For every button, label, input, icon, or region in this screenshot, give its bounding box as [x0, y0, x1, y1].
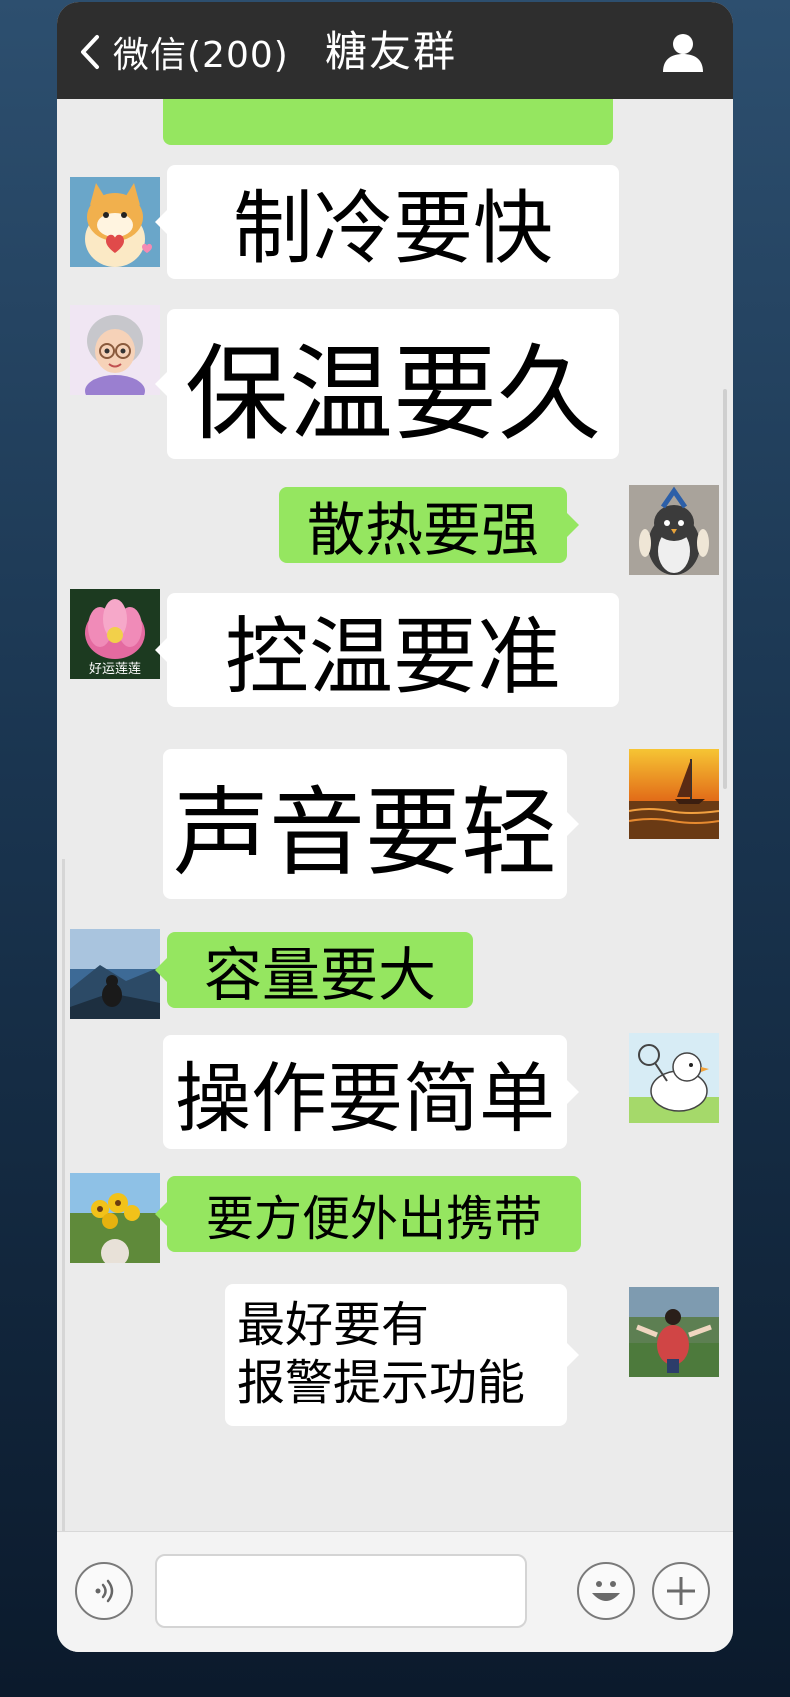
mountain-person-avatar[interactable] [70, 929, 160, 1019]
scroll-track [62, 859, 65, 1531]
chat-title: 糖友群 [325, 27, 458, 76]
message-bubble-partial[interactable] [163, 99, 613, 145]
message-text: 制冷要快 [233, 182, 553, 275]
message-text: 保温要久 [184, 332, 601, 455]
plus-icon [667, 1577, 695, 1605]
message-bubble-multiline[interactable]: 最好要有 报警提示功能 [225, 1284, 579, 1426]
message-text: 声音要轻 [173, 776, 557, 889]
input-toolbar [57, 1531, 733, 1652]
sunflower-avatar[interactable] [70, 1173, 160, 1263]
message-input[interactable] [155, 1554, 527, 1628]
message-bubble[interactable]: 控温要准 [155, 593, 619, 707]
avatar-caption: 好运莲莲 [89, 662, 141, 677]
voice-button[interactable] [75, 1562, 133, 1620]
message-text: 要方便外出携带 [205, 1191, 542, 1247]
lotus-avatar[interactable]: 好运莲莲 [70, 589, 160, 679]
chat-header: 微信(200) 糖友群 [57, 2, 733, 99]
emoji-icon [592, 1581, 620, 1601]
add-button[interactable] [652, 1562, 710, 1620]
message-bubble[interactable]: 保温要久 [155, 309, 619, 459]
voice-icon [95, 1579, 114, 1603]
message-bubble[interactable]: 声音要轻 [163, 749, 579, 899]
message-text: 容量要大 [203, 941, 436, 1009]
message-bubble[interactable]: 要方便外出携带 [155, 1176, 581, 1252]
back-label: 微信(200) [113, 35, 289, 76]
penguin-avatar[interactable] [629, 485, 719, 575]
person-icon[interactable] [661, 30, 705, 74]
message-text: 散热要强 [306, 496, 539, 564]
message-bubble[interactable]: 制冷要快 [155, 165, 619, 279]
duck-tennis-avatar[interactable] [629, 1033, 719, 1123]
message-bubble[interactable]: 容量要大 [155, 932, 473, 1009]
message-line: 最好要有 [237, 1297, 430, 1354]
shiba-dog-avatar[interactable] [70, 177, 160, 267]
message-bubble[interactable]: 操作要简单 [163, 1035, 579, 1149]
back-button[interactable]: 微信(200) [75, 22, 289, 82]
message-text: 控温要准 [224, 607, 561, 706]
message-line: 报警提示功能 [237, 1355, 526, 1411]
chevron-left-icon [81, 35, 99, 69]
message-list[interactable]: 制冷要快 保温要久 散热要强 好运莲莲 控温要准 声音要轻 容量要大 操作要简单… [57, 99, 733, 1531]
scrollbar[interactable] [723, 389, 727, 789]
girl-field-avatar[interactable] [629, 1287, 719, 1377]
grandma-avatar[interactable] [70, 305, 160, 395]
message-bubble[interactable]: 散热要强 [279, 487, 579, 564]
emoji-button[interactable] [577, 1562, 635, 1620]
sailboat-sunset-avatar[interactable] [629, 749, 719, 839]
wechat-phone-screen: 微信(200) 糖友群 制冷要快 保温要久 散热要强 好运莲莲 控温要准 声音要… [57, 2, 733, 1652]
message-text: 操作要简单 [175, 1054, 555, 1143]
avatar-partial[interactable] [633, 99, 723, 105]
